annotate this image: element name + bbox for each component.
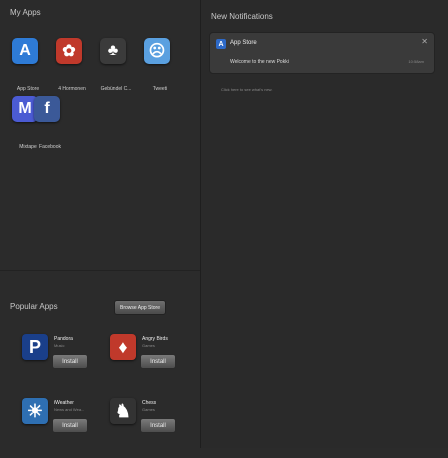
app-category: News and Wea... xyxy=(54,407,85,412)
section-divider xyxy=(0,270,200,271)
app-tile[interactable]: A App Store xyxy=(12,38,44,92)
close-icon[interactable]: ✕ xyxy=(421,37,428,46)
browse-label: Browse App Store xyxy=(119,304,161,311)
app-label: Facebook xyxy=(39,144,61,150)
app-store-icon: A xyxy=(216,39,226,49)
install-label: Install xyxy=(62,358,78,365)
install-button[interactable]: Install xyxy=(140,354,176,369)
app-name: iWeather xyxy=(54,400,74,406)
notification-hint[interactable]: Click here to see what's new. xyxy=(221,87,272,92)
app-tile[interactable]: ✿ 4 Hormonen xyxy=(56,38,88,92)
app-name: Chess xyxy=(142,400,157,406)
app-tile[interactable]: ♣ Gebündel C... xyxy=(100,38,132,92)
notifications-title: New Notifications xyxy=(211,12,273,21)
app-name: Angry Birds xyxy=(142,336,168,342)
app-name: Pandora xyxy=(54,336,73,342)
notifications-panel: New Notifications A App Store ✕ Welcome … xyxy=(200,0,448,448)
app-label: Gebündel C... xyxy=(100,86,132,92)
notification-time: 10:58am xyxy=(408,59,424,64)
install-label: Install xyxy=(150,422,166,429)
app-store-icon[interactable]: A xyxy=(12,38,38,64)
install-label: Install xyxy=(150,358,166,365)
app-category: Games xyxy=(142,343,155,348)
group-icon[interactable]: ♣ xyxy=(100,38,126,64)
my-apps-panel: My Apps A App Store ✿ 4 Hormonen ♣ Gebün… xyxy=(0,0,200,448)
app-tile[interactable]: ☹ Tweeti xyxy=(144,38,176,92)
browse-app-store-button[interactable]: Browse App Store xyxy=(114,300,166,315)
my-apps-title: My Apps xyxy=(10,8,41,17)
app-label: Tweeti xyxy=(152,86,168,92)
popular-apps-title: Popular Apps xyxy=(10,302,58,311)
notification-card[interactable]: A App Store ✕ Welcome to the new Pokki 1… xyxy=(209,32,435,74)
app-label: 4 Hormonen xyxy=(58,86,86,92)
app-tile[interactable]: f Facebook xyxy=(34,96,66,150)
popular-app-item[interactable]: P Pandora Music Install xyxy=(22,324,102,394)
chess-icon[interactable]: ♞ xyxy=(110,398,136,424)
install-button[interactable]: Install xyxy=(140,418,176,433)
hormone-icon[interactable]: ✿ xyxy=(56,38,82,64)
app-category: Music xyxy=(54,343,65,348)
pandora-icon[interactable]: P xyxy=(22,334,48,360)
angry-birds-icon[interactable]: ♦ xyxy=(110,334,136,360)
facebook-icon[interactable]: f xyxy=(34,96,60,122)
notification-message: Welcome to the new Pokki xyxy=(230,59,289,65)
notification-app: App Store xyxy=(230,40,257,46)
install-label: Install xyxy=(62,422,78,429)
tweeti-icon[interactable]: ☹ xyxy=(144,38,170,64)
popular-app-item[interactable]: ♦ Angry Birds Games Install xyxy=(110,324,190,394)
app-label: App Store xyxy=(16,86,40,92)
install-button[interactable]: Install xyxy=(52,354,88,369)
weather-icon[interactable]: ☀ xyxy=(22,398,48,424)
install-button[interactable]: Install xyxy=(52,418,88,433)
app-category: Games xyxy=(142,407,155,412)
